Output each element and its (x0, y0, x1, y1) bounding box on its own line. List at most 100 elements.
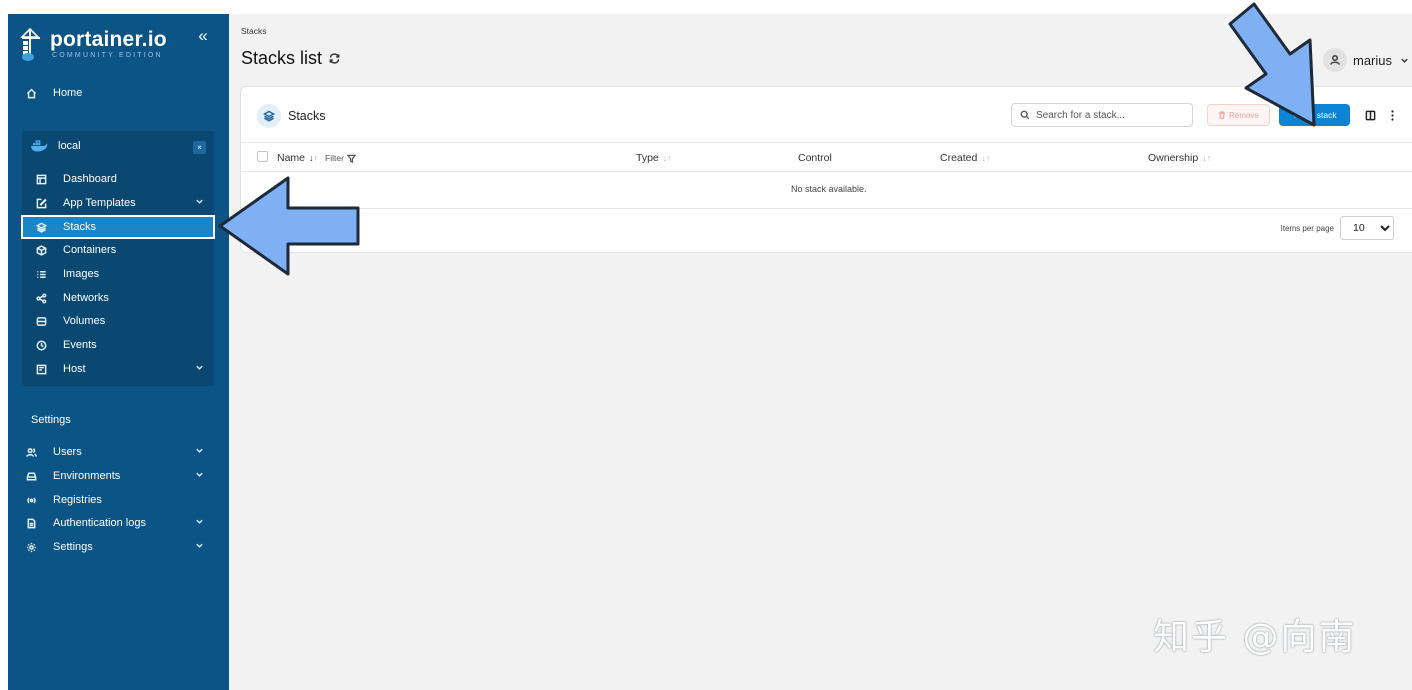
empty-message: No stack available. (791, 184, 867, 194)
user-icon (1323, 48, 1347, 72)
user-menu[interactable]: marius (1323, 48, 1409, 72)
layers-icon (257, 104, 281, 128)
trash-icon (1219, 111, 1225, 119)
sidebar-item-authentication-logs[interactable]: Authentication logs (22, 512, 214, 534)
sidebar-item-label: Registries (53, 494, 102, 506)
column-type-label: Type (636, 152, 659, 164)
sidebar-item-containers[interactable]: Containers (22, 239, 214, 261)
filter-icon (346, 154, 356, 163)
table-row: No stack available. (241, 173, 1412, 209)
sort-icon: ↓↑ (309, 153, 319, 163)
column-control: Control (798, 152, 832, 164)
filter-label: Filter (325, 153, 344, 163)
gear-icon (22, 542, 40, 553)
sidebar-item-label: Users (53, 446, 82, 458)
main-content: Stacks Stacks list marius Stacks Search … (229, 14, 1412, 690)
user-name: marius (1353, 52, 1393, 68)
environment-header[interactable]: local × (22, 135, 214, 157)
chevron-down-icon (195, 541, 204, 553)
settings-section-title: Settings (31, 414, 71, 426)
search-input[interactable] (1036, 109, 1176, 121)
items-per-page-label: Items per page (1280, 223, 1334, 233)
sidebar-item-label: Stacks (63, 221, 97, 233)
sidebar-item-label: Authentication logs (53, 517, 146, 529)
sidebar-item-settings[interactable]: Settings (22, 536, 214, 558)
collapse-sidebar-button[interactable]: « (194, 27, 212, 46)
sidebar-item-label: Settings (53, 541, 93, 553)
name-filter[interactable]: Filter (325, 153, 356, 163)
docker-icon (30, 140, 50, 152)
items-per-page-select[interactable]: 10 (1340, 216, 1394, 240)
card-title-text: Stacks (288, 109, 326, 123)
brand-name: portainer.io (50, 28, 167, 51)
sidebar-item-dashboard[interactable]: Dashboard (22, 168, 214, 190)
watermark: 知乎 @向南 (1153, 617, 1357, 658)
radio-icon (22, 495, 40, 506)
sidebar-item-registries[interactable]: Registries (22, 489, 214, 511)
column-ownership[interactable]: Ownership ↓↑ (1148, 152, 1211, 164)
sort-icon: ↓↑ (1202, 153, 1212, 163)
server-icon (32, 364, 50, 375)
sidebar-item-users[interactable]: Users (22, 441, 214, 463)
sidebar-item-images[interactable]: Images (22, 263, 214, 285)
sidebar-item-app-templates[interactable]: App Templates (22, 192, 214, 214)
sort-icon: ↓↑ (662, 153, 672, 163)
home-icon (22, 88, 40, 99)
chevron-down-icon (195, 363, 204, 375)
sidebar-item-label: Containers (63, 244, 117, 256)
column-created[interactable]: Created ↓↑ (940, 152, 990, 164)
more-options-icon[interactable] (1386, 107, 1398, 123)
layers-icon (32, 222, 50, 233)
sidebar-item-stacks[interactable]: Stacks (21, 215, 215, 239)
refresh-icon[interactable] (328, 52, 341, 65)
column-ownership-label: Ownership (1148, 152, 1199, 164)
search-box (1011, 103, 1193, 127)
sidebar-item-volumes[interactable]: Volumes (22, 310, 214, 332)
close-environment-button[interactable]: × (193, 141, 206, 154)
chevron-down-icon (195, 197, 204, 209)
brand-edition: COMMUNITY EDITION (52, 52, 163, 59)
breadcrumb[interactable]: Stacks (241, 26, 267, 36)
sidebar-item-environments[interactable]: Environments (22, 465, 214, 487)
search-icon (1020, 110, 1030, 120)
sidebar-item-label: Host (63, 363, 86, 375)
card-title: Stacks (257, 104, 326, 128)
chevron-down-icon (1400, 53, 1409, 68)
sidebar-item-events[interactable]: Events (22, 334, 214, 356)
sort-icon: ↓↑ (981, 153, 991, 163)
sidebar-item-label: Networks (63, 292, 109, 304)
environment-panel: local × Dashboard App Templates Stacks C… (21, 131, 215, 386)
page-title: Stacks list (241, 48, 341, 69)
edit-icon (32, 198, 50, 209)
chevron-down-icon (195, 470, 204, 482)
sidebar-item-label: Volumes (63, 315, 106, 327)
pagination: Items per page 10 (1281, 216, 1394, 240)
remove-button[interactable]: Remove (1207, 104, 1270, 126)
portainer-crane-icon (20, 27, 42, 62)
page-title-text: Stacks list (241, 48, 323, 68)
column-control-label: Control (798, 152, 832, 164)
remove-button-label: Remove (1229, 110, 1259, 120)
sidebar-item-networks[interactable]: Networks (22, 287, 214, 309)
sidebar-item-label: Events (63, 339, 97, 351)
chevron-down-icon (195, 517, 204, 529)
column-created-label: Created (940, 152, 978, 164)
select-all-checkbox[interactable] (257, 151, 268, 162)
column-type[interactable]: Type ↓↑ (636, 152, 672, 164)
sidebar-item-label: App Templates (63, 197, 136, 209)
hdd-icon (22, 471, 40, 482)
database-icon (32, 316, 50, 327)
file-icon (22, 518, 40, 529)
sidebar-item-label: Dashboard (63, 173, 117, 185)
columns-icon[interactable] (1362, 107, 1378, 123)
sidebar-item-label: Images (63, 268, 100, 280)
column-name[interactable]: Name ↓↑ Filter (277, 152, 356, 164)
box-icon (32, 244, 50, 256)
table-header: Name ↓↑ Filter Type ↓↑ Control Created ↓… (241, 143, 1412, 172)
portainer-logo[interactable]: portainer.io COMMUNITY EDITION (20, 27, 167, 62)
environment-name: local (58, 140, 81, 152)
add-stack-button[interactable]: + Add stack (1279, 104, 1350, 126)
card-header: Stacks Remove + Add stack (241, 87, 1412, 143)
sidebar-item-home[interactable]: Home (22, 82, 214, 104)
sidebar-item-host[interactable]: Host (22, 358, 214, 380)
